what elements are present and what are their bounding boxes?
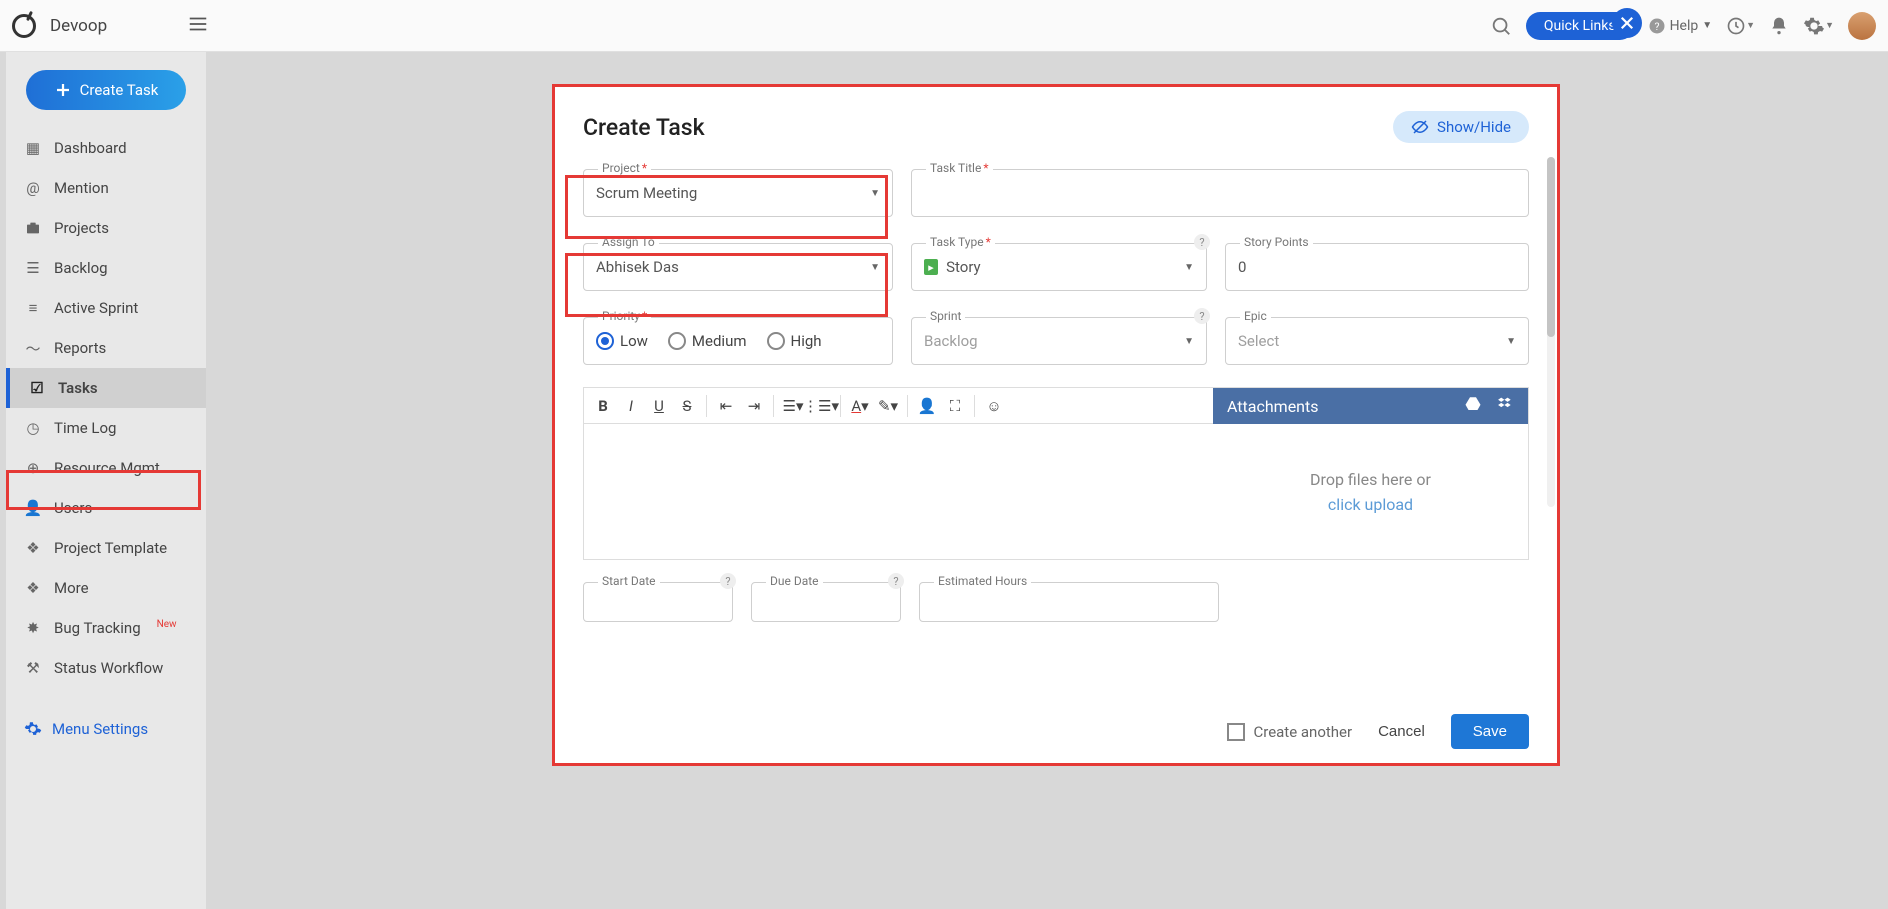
- unordered-list-icon[interactable]: ⋮☰▾: [808, 393, 834, 419]
- user-icon[interactable]: 👤: [914, 393, 940, 419]
- quick-links-label: Quick Links: [1544, 18, 1616, 34]
- fullscreen-icon[interactable]: ⛶: [942, 393, 968, 419]
- field-label-text: Assign To: [602, 235, 655, 249]
- field-label-text: Priority: [602, 309, 640, 323]
- google-drive-icon[interactable]: [1464, 395, 1482, 417]
- gear-icon[interactable]: ▼: [1803, 15, 1834, 37]
- close-icon[interactable]: [1612, 8, 1642, 38]
- help-label: Help: [1670, 18, 1699, 34]
- info-icon[interactable]: ?: [1194, 308, 1210, 324]
- info-icon[interactable]: ?: [1194, 234, 1210, 250]
- field-label-text: Estimated Hours: [938, 574, 1027, 588]
- story-icon: ▸: [924, 259, 938, 275]
- outdent-icon[interactable]: ⇤: [713, 393, 739, 419]
- start-date-input[interactable]: Start Date ?: [583, 582, 733, 622]
- drop-text: Drop files here or: [1310, 470, 1431, 489]
- project-value: Scrum Meeting: [596, 184, 870, 202]
- bold-icon[interactable]: B: [590, 393, 616, 419]
- editor-toolbar: B I U S ⇤ ⇥ ☰▾ ⋮☰▾ A▾ ✎▾: [584, 388, 1213, 424]
- info-icon[interactable]: ?: [888, 573, 904, 589]
- sprint-select[interactable]: Sprint ? Backlog ▼: [911, 317, 1207, 365]
- attachment-dropzone[interactable]: Drop files here or click upload: [1213, 424, 1528, 559]
- field-label-text: Task Title: [930, 161, 981, 175]
- due-date-input[interactable]: Due Date ?: [751, 582, 901, 622]
- clock-icon[interactable]: ▼: [1726, 16, 1755, 36]
- description-editor[interactable]: [584, 424, 1213, 559]
- sprint-value: Backlog: [924, 332, 1184, 350]
- radio-label: Medium: [692, 332, 747, 350]
- epic-select[interactable]: Epic Select ▼: [1225, 317, 1529, 365]
- italic-icon[interactable]: I: [618, 393, 644, 419]
- task-type-select[interactable]: Task Type* ? ▸ Story ▼: [911, 243, 1207, 291]
- field-label-text: Task Type: [930, 235, 984, 249]
- modal-overlay: Create Task Show/Hide Project* Scrum Mee…: [0, 52, 1888, 909]
- bell-icon[interactable]: [1769, 16, 1789, 36]
- upload-link[interactable]: click upload: [1328, 495, 1413, 514]
- chevron-down-icon: ▼: [870, 188, 880, 199]
- project-select[interactable]: Project* Scrum Meeting ▼: [583, 169, 893, 217]
- checkbox-icon[interactable]: [1227, 723, 1245, 741]
- estimated-hours-input[interactable]: Estimated Hours: [919, 582, 1219, 622]
- story-points-value: 0: [1238, 258, 1516, 276]
- priority-medium-radio[interactable]: Medium: [668, 332, 747, 350]
- highlight-icon[interactable]: ✎▾: [875, 393, 901, 419]
- priority-high-radio[interactable]: High: [767, 332, 822, 350]
- field-label-text: Due Date: [770, 574, 819, 588]
- field-label-text: Start Date: [602, 574, 656, 588]
- avatar[interactable]: [1848, 12, 1876, 40]
- indent-icon[interactable]: ⇥: [741, 393, 767, 419]
- field-label-text: Project: [602, 161, 640, 175]
- showhide-button[interactable]: Show/Hide: [1393, 111, 1529, 143]
- attachments-title: Attachments: [1227, 397, 1319, 416]
- assign-to-select[interactable]: Assign To Abhisek Das ▼: [583, 243, 893, 291]
- menu-toggle-icon[interactable]: [187, 13, 209, 39]
- chevron-down-icon: ▼: [870, 262, 880, 273]
- logo[interactable]: Devoop: [12, 14, 107, 38]
- editor-section: B I U S ⇤ ⇥ ☰▾ ⋮☰▾ A▾ ✎▾: [583, 387, 1529, 560]
- radio-label: Low: [620, 332, 648, 350]
- logo-icon: [12, 14, 36, 38]
- topbar: Devoop Quick Links ? Help ▼ ▼ ▼: [0, 0, 1888, 52]
- task-title-input[interactable]: Task Title*: [911, 169, 1529, 217]
- underline-icon[interactable]: U: [646, 393, 672, 419]
- create-task-dialog: Create Task Show/Hide Project* Scrum Mee…: [552, 84, 1560, 766]
- priority-field: Priority* Low Medium High: [583, 317, 893, 365]
- info-icon[interactable]: ?: [720, 573, 736, 589]
- radio-label: High: [791, 332, 822, 350]
- svg-text:?: ?: [1654, 19, 1659, 32]
- chevron-down-icon: ▼: [1506, 336, 1516, 347]
- chevron-down-icon: ▼: [1184, 262, 1194, 273]
- help-button[interactable]: ? Help ▼: [1648, 17, 1713, 35]
- emoji-icon[interactable]: ☺: [981, 393, 1007, 419]
- chevron-down-icon: ▼: [1184, 336, 1194, 347]
- quick-links-button[interactable]: Quick Links: [1526, 12, 1634, 40]
- text-color-icon[interactable]: A▾: [847, 393, 873, 419]
- field-label-text: Epic: [1244, 309, 1267, 323]
- search-icon[interactable]: [1490, 15, 1512, 37]
- assign-to-value: Abhisek Das: [596, 258, 870, 276]
- story-points-input[interactable]: Story Points 0: [1225, 243, 1529, 291]
- create-another-checkbox[interactable]: Create another: [1227, 723, 1352, 741]
- field-label-text: Story Points: [1244, 235, 1309, 249]
- field-label-text: Sprint: [930, 309, 961, 323]
- brand-name: Devoop: [50, 16, 107, 36]
- showhide-label: Show/Hide: [1437, 118, 1511, 136]
- strike-icon[interactable]: S: [674, 393, 700, 419]
- dropbox-icon[interactable]: [1496, 395, 1514, 417]
- create-another-label: Create another: [1253, 723, 1352, 741]
- task-type-value: Story: [946, 258, 1184, 276]
- scrollbar[interactable]: [1547, 157, 1555, 507]
- cancel-button[interactable]: Cancel: [1378, 723, 1425, 740]
- priority-low-radio[interactable]: Low: [596, 332, 648, 350]
- dialog-title: Create Task: [583, 114, 705, 141]
- save-button[interactable]: Save: [1451, 714, 1529, 749]
- epic-value: Select: [1238, 332, 1506, 350]
- attachments-header: Attachments: [1213, 388, 1528, 424]
